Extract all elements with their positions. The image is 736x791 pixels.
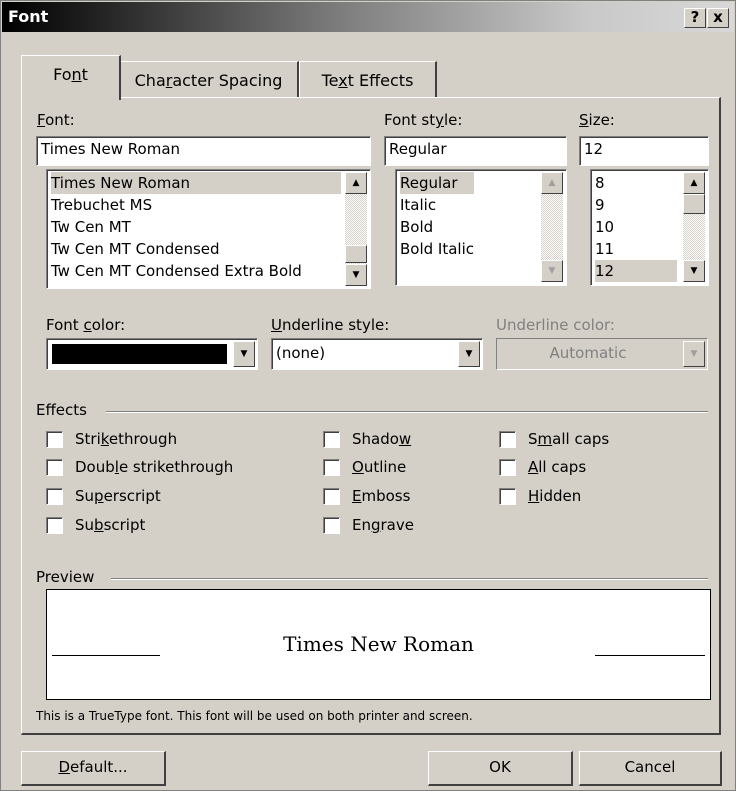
scroll-thumb[interactable]	[345, 245, 367, 263]
size-list-item[interactable]: 9	[595, 194, 605, 216]
font-style-list-item[interactable]: Bold Italic	[400, 238, 474, 260]
preview-label: Preview	[36, 568, 95, 586]
font-color-label: Font color:	[46, 316, 126, 334]
font-style-list-item[interactable]: Italic	[400, 194, 436, 216]
underline-style-label: Underline style:	[271, 316, 390, 334]
underline-color-label: Underline color:	[496, 316, 615, 334]
font-list[interactable]: Times New Roman Trebuchet MS Tw Cen MT T…	[46, 169, 371, 289]
scroll-up-icon[interactable]: ▲	[541, 172, 563, 194]
font-list-item[interactable]: Tw Cen MT	[51, 216, 131, 238]
chevron-down-icon[interactable]: ▼	[233, 341, 255, 367]
small-caps-label[interactable]: Small caps	[528, 430, 609, 448]
scroll-up-icon[interactable]: ▲	[345, 172, 367, 194]
chevron-down-icon[interactable]: ▼	[458, 341, 480, 367]
font-name-input[interactable]: Times New Roman	[36, 136, 371, 166]
font-style-list[interactable]: Regular Italic Bold Bold Italic ▲ ▼	[395, 169, 567, 286]
all-caps-label[interactable]: All caps	[528, 458, 586, 476]
preview-box: Times New Roman	[46, 589, 711, 700]
font-info-text: This is a TrueType font. This font will …	[36, 709, 473, 723]
shadow-checkbox[interactable]	[323, 431, 340, 448]
size-list[interactable]: 8 9 10 11 12 ▲ ▼	[590, 169, 709, 286]
close-button[interactable]: x	[707, 8, 729, 28]
double-strikethrough-checkbox[interactable]	[46, 459, 63, 476]
size-input[interactable]: 12	[579, 136, 709, 166]
double-strikethrough-label[interactable]: Double strikethrough	[75, 458, 233, 476]
subscript-checkbox[interactable]	[46, 517, 63, 534]
small-caps-checkbox[interactable]	[499, 431, 516, 448]
size-list-item[interactable]: 12	[595, 260, 677, 282]
engrave-checkbox[interactable]	[323, 517, 340, 534]
font-list-item[interactable]: Trebuchet MS	[51, 194, 152, 216]
emboss-label[interactable]: Emboss	[352, 487, 410, 505]
strikethrough-label[interactable]: Strikethrough	[75, 430, 177, 448]
font-color-select[interactable]: ▼	[46, 338, 258, 370]
scroll-thumb[interactable]	[683, 194, 705, 214]
chevron-down-icon[interactable]: ▼	[683, 341, 705, 367]
shadow-label[interactable]: Shadow	[352, 430, 411, 448]
size-label: Size:	[579, 111, 615, 129]
cancel-button[interactable]: Cancel	[579, 751, 722, 786]
preview-sample-text: Times New Roman	[283, 632, 474, 656]
tab-character-spacing[interactable]: Character Spacing	[119, 61, 299, 98]
title-bar[interactable]: Font ? x	[2, 2, 734, 32]
emboss-checkbox[interactable]	[323, 488, 340, 505]
help-button[interactable]: ?	[684, 8, 706, 28]
outline-label[interactable]: Outline	[352, 458, 406, 476]
font-list-item[interactable]: Tw Cen MT Condensed Extra Bold	[51, 260, 302, 282]
engrave-label[interactable]: Engrave	[352, 516, 414, 534]
superscript-label[interactable]: Superscript	[75, 487, 161, 505]
default-button[interactable]: Default...	[21, 751, 166, 786]
font-dialog: Font ? x Font Character Spacing Text Eff…	[0, 0, 736, 791]
scroll-down-icon[interactable]: ▼	[541, 260, 563, 282]
font-style-list-item[interactable]: Bold	[400, 216, 433, 238]
ok-button[interactable]: OK	[428, 751, 573, 786]
underline-style-select[interactable]: (none) ▼	[271, 338, 483, 370]
tab-font[interactable]: Font	[21, 55, 121, 100]
hidden-label[interactable]: Hidden	[528, 487, 581, 505]
effects-divider	[106, 411, 708, 413]
effects-label: Effects	[36, 401, 87, 419]
scroll-down-icon[interactable]: ▼	[345, 264, 367, 286]
subscript-label[interactable]: Subscript	[75, 516, 145, 534]
font-style-label: Font style:	[384, 111, 463, 129]
scroll-up-icon[interactable]: ▲	[683, 172, 705, 194]
color-swatch	[52, 344, 227, 364]
strikethrough-checkbox[interactable]	[46, 431, 63, 448]
all-caps-checkbox[interactable]	[499, 459, 516, 476]
font-style-list-item[interactable]: Regular	[400, 172, 474, 194]
preview-baseline-right	[595, 655, 705, 656]
window-title: Font	[8, 7, 49, 26]
size-list-item[interactable]: 10	[595, 216, 614, 238]
size-list-item[interactable]: 11	[595, 238, 614, 260]
hidden-checkbox[interactable]	[499, 488, 516, 505]
underline-color-select[interactable]: Automatic ▼	[496, 338, 708, 370]
size-list-item[interactable]: 8	[595, 172, 605, 194]
scroll-down-icon[interactable]: ▼	[683, 260, 705, 282]
tab-text-effects[interactable]: Text Effects	[299, 61, 437, 98]
font-list-item[interactable]: Tw Cen MT Condensed	[51, 238, 220, 260]
font-label: Font:	[37, 111, 75, 129]
preview-divider	[111, 578, 708, 580]
font-style-input[interactable]: Regular	[384, 136, 567, 166]
font-list-item[interactable]: Times New Roman	[51, 172, 341, 194]
outline-checkbox[interactable]	[323, 459, 340, 476]
superscript-checkbox[interactable]	[46, 488, 63, 505]
